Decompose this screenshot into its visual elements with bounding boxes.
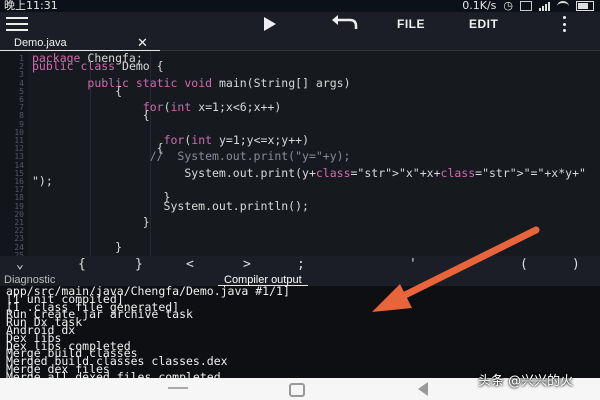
symbol-less-than[interactable]: < bbox=[186, 257, 194, 272]
symbol-close-brace[interactable]: } bbox=[135, 257, 143, 272]
tab-diagnostic[interactable]: Diagnostic bbox=[4, 274, 55, 286]
symbol-shortcut-bar: ⌄ { } < > ; ' ( ) bbox=[0, 256, 600, 274]
status-time: 晚上11:31 bbox=[4, 0, 58, 12]
symbol-quote[interactable]: ' bbox=[409, 257, 417, 272]
tab-compiler-output[interactable]: Compiler output bbox=[218, 274, 308, 287]
tab-demo-java[interactable]: Demo.java ✕ bbox=[0, 35, 160, 52]
home-icon[interactable] bbox=[289, 383, 305, 397]
clock-icon: ◷ bbox=[503, 0, 513, 12]
collapse-keyboard-button[interactable]: ⌄ bbox=[16, 257, 24, 272]
file-menu-button[interactable]: FILE bbox=[397, 17, 425, 31]
symbol-greater-than[interactable]: > bbox=[243, 257, 251, 272]
watermark: 头条 @兴兴的火 bbox=[478, 374, 574, 389]
compiler-output-panel[interactable]: app/src/main/java/Chengfa/Demo.java #1/1… bbox=[0, 286, 600, 378]
more-vertical-icon[interactable] bbox=[563, 16, 569, 32]
bottom-panel-tabs: Diagnostic Compiler output bbox=[0, 274, 600, 287]
app-toolbar: FILE EDIT bbox=[0, 12, 600, 36]
sim-icon bbox=[520, 1, 532, 11]
battery-icon bbox=[576, 1, 594, 11]
code-editor[interactable]: 1 package Chengfa; 2 public class Demo {3 4 … bbox=[0, 51, 600, 256]
tab-label: Demo.java bbox=[14, 37, 67, 49]
symbol-close-paren[interactable]: ) bbox=[572, 257, 580, 272]
recent-apps-icon[interactable] bbox=[168, 387, 188, 389]
hamburger-icon[interactable] bbox=[6, 17, 28, 31]
file-tab-bar: Demo.java ✕ bbox=[0, 35, 600, 52]
play-icon[interactable] bbox=[264, 17, 276, 31]
signal-icon bbox=[539, 1, 550, 11]
undo-icon[interactable] bbox=[330, 15, 358, 33]
symbol-open-paren[interactable]: ( bbox=[520, 257, 528, 272]
wifi-icon bbox=[557, 0, 569, 12]
symbol-semicolon[interactable]: ; bbox=[297, 257, 305, 272]
edit-menu-button[interactable]: EDIT bbox=[469, 17, 498, 31]
symbol-open-brace[interactable]: { bbox=[78, 257, 86, 272]
network-speed: 0.1K/s bbox=[462, 0, 497, 12]
back-icon[interactable] bbox=[418, 382, 428, 396]
close-icon[interactable]: ✕ bbox=[137, 35, 148, 51]
status-bar: 晚上11:31 0.1K/s ◷ bbox=[0, 0, 600, 12]
